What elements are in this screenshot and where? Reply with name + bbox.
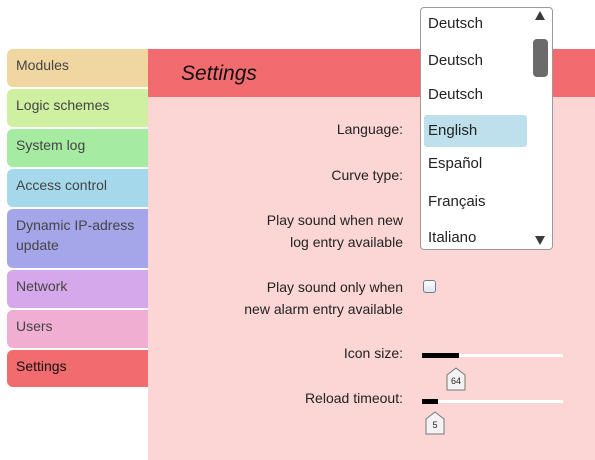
page-title: Settings: [181, 62, 257, 85]
play-sound-label-line2: log entry available: [290, 234, 403, 250]
language-option[interactable]: Italiano: [428, 222, 528, 249]
reload-timeout-value: 5: [432, 420, 438, 430]
language-option-selected[interactable]: English: [424, 115, 527, 147]
language-option[interactable]: Deutsch: [428, 79, 528, 111]
tab-settings[interactable]: Settings: [7, 350, 148, 387]
tab-access-control[interactable]: Access control: [7, 169, 148, 207]
reload-timeout-label: Reload timeout:: [304, 390, 403, 406]
slider-fill: [422, 399, 438, 404]
slider-handle[interactable]: 5: [425, 411, 445, 435]
tab-label: Modules: [16, 57, 69, 73]
language-dropdown-list[interactable]: Deutsch Deutsch Deutsch English Español …: [420, 7, 553, 250]
tab-network[interactable]: Network: [7, 270, 148, 308]
tab-label: Dynamic IP-adress update: [16, 217, 135, 253]
slider-track: [422, 400, 563, 403]
tab-system-log[interactable]: System log: [7, 129, 148, 167]
slider-fill: [422, 353, 459, 358]
language-label: Language:: [336, 121, 403, 137]
tab-label: Logic schemes: [16, 97, 110, 113]
tab-logic-schemes[interactable]: Logic schemes: [7, 89, 148, 127]
tab-modules[interactable]: Modules: [7, 49, 148, 87]
language-option[interactable]: Deutsch: [428, 45, 528, 77]
play-sound-label-line1: Play sound when new: [266, 212, 403, 228]
tab-users[interactable]: Users: [7, 310, 148, 348]
scroll-down-arrow-icon[interactable]: [535, 236, 545, 245]
language-option[interactable]: Deutsch: [428, 8, 528, 40]
scrollbar-thumb[interactable]: [533, 39, 548, 77]
tab-label: Users: [16, 318, 53, 334]
tab-label: Access control: [16, 177, 108, 193]
tab-label: Settings: [16, 358, 67, 374]
alarm-sound-checkbox[interactable]: [423, 280, 436, 293]
tab-label: System log: [16, 137, 86, 153]
tab-label: Network: [16, 278, 68, 294]
icon-size-value: 64: [450, 376, 461, 386]
slider-handle[interactable]: 64: [446, 367, 466, 391]
alarm-sound-label-line1: Play sound only when: [266, 279, 403, 295]
alarm-sound-label-line2: new alarm entry available: [244, 301, 403, 317]
tab-dynamic-ip-update[interactable]: Dynamic IP-adress update: [7, 209, 148, 268]
language-option[interactable]: Español: [428, 148, 528, 180]
icon-size-label: Icon size:: [343, 345, 403, 361]
language-option[interactable]: Français: [428, 186, 528, 218]
scroll-up-arrow-icon[interactable]: [535, 11, 545, 20]
curve-type-label: Curve type:: [331, 167, 403, 183]
